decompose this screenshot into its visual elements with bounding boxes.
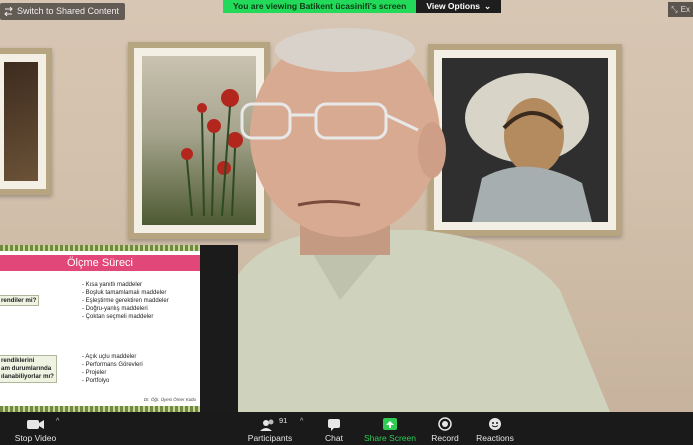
slide-top-stripe: [0, 245, 200, 251]
viewing-banner: You are viewing Batikent ücasinifi's scr…: [223, 0, 502, 13]
exit-fullscreen-icon: ⤡: [671, 5, 678, 14]
slide-left-label: am durumlarında: [1, 365, 52, 372]
slide-list-item: - Kısa yanıtlı maddeler: [82, 282, 143, 288]
participants-count: 91: [279, 416, 288, 425]
slide-left-label: rendiler mi?: [0, 295, 40, 306]
exit-label: Ex: [680, 5, 690, 14]
stop-video-label: Stop Video: [14, 433, 57, 443]
reactions-label: Reactions: [476, 433, 514, 443]
video-camera-icon: [27, 420, 44, 429]
video-options-caret-icon[interactable]: ^: [56, 418, 59, 425]
view-options-button[interactable]: View Options ⌄: [416, 0, 502, 13]
viewing-banner-text: You are viewing Batikent ücasinifi's scr…: [223, 0, 417, 13]
slide-left-label: rendiklerini: [1, 357, 35, 364]
share-screen-label: Share Screen: [364, 433, 416, 443]
slide-signature: Dr. Öğr. Üyesi Ömer Kutlu: [143, 397, 196, 402]
participants-options-caret-icon[interactable]: ^: [300, 418, 303, 425]
switch-icon: [4, 7, 13, 16]
slide-list-item: - Eşleştirme gerektiren maddeler: [82, 298, 169, 304]
meeting-toolbar: Stop Video ^ 91 Participants ^ Chat Shar…: [0, 412, 693, 445]
slide-list-bottom: - Açık uçlu maddeler - Performans Görevl…: [82, 353, 143, 385]
record-label: Record: [431, 433, 459, 443]
chat-icon: [328, 419, 340, 431]
participants-button[interactable]: 91 Participants: [240, 412, 300, 445]
slide-left-label: ılanabiliyorlar mı?: [1, 373, 54, 380]
slide-list-item: - Portfolyo: [82, 378, 110, 384]
chat-button[interactable]: Chat: [314, 412, 354, 445]
chevron-down-icon: ⌄: [484, 1, 492, 11]
slide-list-item: - Projeler: [82, 370, 107, 376]
slide-list-item: - Açık uçlu maddeler: [82, 354, 137, 360]
participants-icon: [260, 419, 274, 431]
switch-to-shared-content-button[interactable]: Switch to Shared Content: [0, 3, 126, 20]
chat-label: Chat: [325, 433, 343, 443]
slide-list-item: - Performans Görevleri: [82, 362, 143, 368]
reactions-button[interactable]: Reactions: [472, 412, 518, 445]
share-screen-button[interactable]: Share Screen: [362, 412, 418, 445]
exit-fullscreen-button[interactable]: ⤡ Ex: [668, 2, 693, 17]
slide-page: Ölçme Süreci rendiler mi? rendiklerini a…: [0, 245, 200, 412]
view-options-label: View Options: [426, 1, 481, 11]
slide-title: Ölçme Süreci: [0, 255, 200, 271]
slide-list-top: - Kısa yanıtlı maddeler - Boşluk tamamla…: [82, 281, 169, 321]
record-icon: [438, 417, 452, 431]
record-button[interactable]: Record: [424, 412, 466, 445]
stop-video-button[interactable]: Stop Video: [8, 412, 63, 445]
slide-list-item: - Doğru-yanlış maddeleri: [82, 306, 148, 312]
slide-left-box: rendiklerini am durumlarında ılanabiliyo…: [0, 355, 57, 383]
participants-label: Participants: [247, 433, 293, 443]
video-feed: Switch to Shared Content You are viewing…: [0, 0, 693, 412]
switch-label: Switch to Shared Content: [17, 6, 120, 16]
shared-slide-panel[interactable]: Ölçme Süreci rendiler mi? rendiklerini a…: [0, 245, 238, 412]
smiley-icon: [489, 418, 501, 430]
slide-list-item: - Çoktan seçmeli maddeler: [82, 314, 154, 320]
slide-list-item: - Boşluk tamamlamalı maddeler: [82, 290, 167, 296]
share-screen-icon: [383, 418, 397, 430]
